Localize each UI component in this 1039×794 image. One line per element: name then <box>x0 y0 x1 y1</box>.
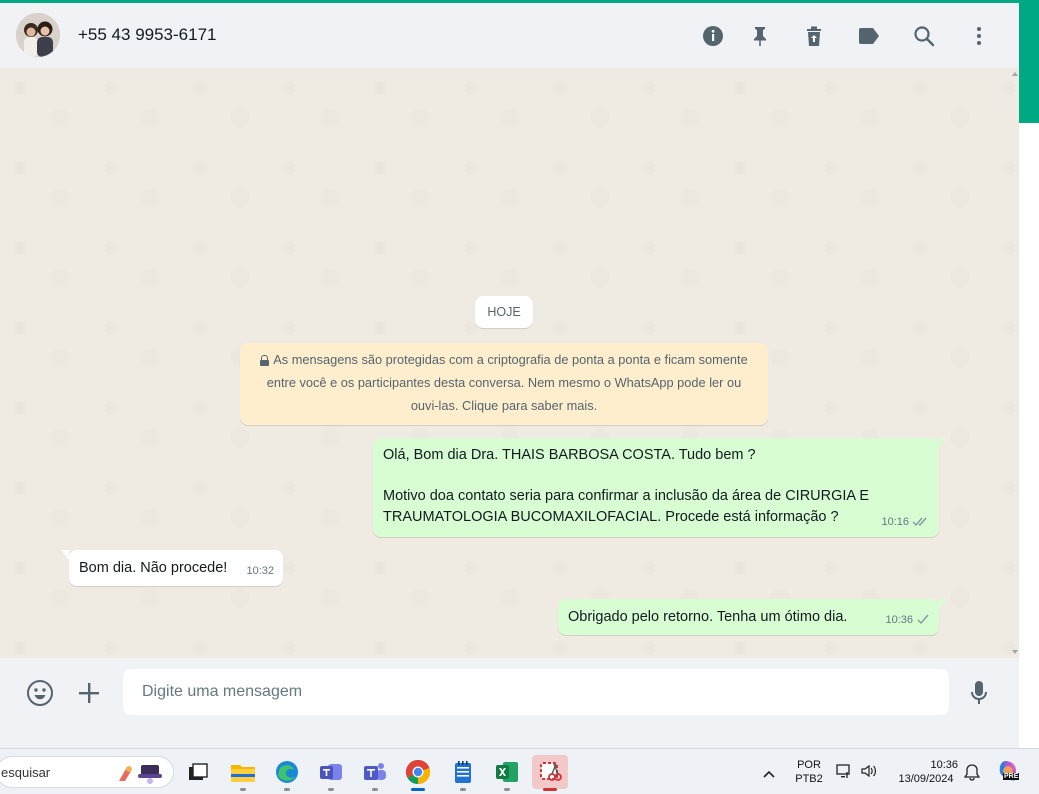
message-time: 10:16 <box>881 515 909 528</box>
chat-header[interactable]: +55 43 9953-6171 <box>0 3 1019 68</box>
bubble-tail <box>61 550 69 560</box>
info-icon[interactable] <box>700 23 726 49</box>
bubble-tail <box>939 438 947 448</box>
search-icon[interactable] <box>911 23 937 49</box>
message-outgoing[interactable]: Olá, Bom dia Dra. THAIS BARBOSA COSTA. T… <box>373 438 947 537</box>
windows-taskbar: esquisar POR PTB2 10:36 13/09/2024 PRE <box>0 748 1039 794</box>
notification-bell-icon[interactable] <box>963 763 981 786</box>
message-text-line: Obrigado pelo retorno. Tenha um ótimo di… <box>568 609 848 625</box>
clock-date: 13/09/2024 <box>898 773 954 785</box>
teams-icon[interactable] <box>357 755 393 791</box>
message-input[interactable] <box>123 669 949 715</box>
tray-chevron-up-icon[interactable] <box>763 765 775 783</box>
side-panel-strip <box>1019 3 1039 748</box>
taskbar-search[interactable]: esquisar <box>0 756 174 788</box>
clock[interactable]: 10:36 13/09/2024 <box>890 758 962 786</box>
date-separator: HOJE <box>475 296 533 328</box>
notepad-icon[interactable] <box>445 755 481 791</box>
scroll-down-arrow[interactable] <box>1012 650 1018 654</box>
message-text-line <box>383 466 929 487</box>
encryption-notice-text: As mensagens são protegidas com a cripto… <box>266 352 748 413</box>
excel-icon[interactable] <box>489 755 525 791</box>
teams-work-icon[interactable] <box>313 755 349 791</box>
emoji-icon[interactable] <box>25 678 55 708</box>
chat-scrollbar[interactable] <box>1011 68 1019 658</box>
message-time: 10:36 <box>885 613 913 626</box>
contact-avatar[interactable] <box>16 13 60 57</box>
snipping-tool-icon[interactable] <box>532 755 568 791</box>
message-time: 10:32 <box>246 564 274 577</box>
taskbar-search-text: esquisar <box>1 764 51 780</box>
copilot-badge: PRE <box>1003 773 1020 780</box>
bubble-tail <box>939 599 947 609</box>
language-indicator[interactable]: POR PTB2 <box>793 758 825 786</box>
single-check-icon <box>917 614 929 625</box>
delete-icon[interactable] <box>801 23 827 49</box>
message-text-line: TRAUMATOLOGIA BUCOMAXILOFACIAL. Procede … <box>383 508 839 525</box>
clock-time: 10:36 <box>930 759 958 771</box>
encryption-notice[interactable]: As mensagens são protegidas com a cripto… <box>240 343 768 425</box>
language-line2: PTB2 <box>795 773 823 785</box>
message-outgoing[interactable]: Obrigado pelo retorno. Tenha um ótimo di… <box>558 599 947 635</box>
search-highlight-icon <box>119 765 162 784</box>
message-incoming[interactable]: Bom dia. Não procede! 10:32 <box>61 550 283 586</box>
task-view-icon[interactable] <box>180 755 216 789</box>
message-meta: 10:16 <box>881 512 930 533</box>
message-meta: 10:36 <box>885 610 930 631</box>
contact-name[interactable]: +55 43 9953-6171 <box>78 25 217 45</box>
whatsapp-window: +55 43 9953-6171 HOJE As mensagens são p… <box>0 0 1019 726</box>
network-icon[interactable] <box>836 763 852 784</box>
language-line1: POR <box>797 759 821 771</box>
volume-icon[interactable] <box>860 763 878 784</box>
message-text-line: Motivo doa contato seria para confirmar … <box>383 488 869 504</box>
message-composer <box>0 658 1019 726</box>
file-explorer-icon[interactable] <box>225 755 261 791</box>
attach-plus-icon[interactable] <box>74 678 104 708</box>
message-text-line: Bom dia. Não procede! <box>79 560 228 576</box>
label-icon[interactable] <box>856 23 882 49</box>
chrome-icon[interactable] <box>400 755 436 791</box>
message-meta: 10:32 <box>246 561 274 582</box>
double-check-icon <box>912 517 927 527</box>
edge-icon[interactable] <box>269 755 305 791</box>
message-text-line: Olá, Bom dia Dra. THAIS BARBOSA COSTA. T… <box>383 447 756 463</box>
menu-icon[interactable] <box>966 23 992 49</box>
microphone-icon[interactable] <box>964 678 994 708</box>
scroll-up-arrow[interactable] <box>1012 72 1018 76</box>
copilot-icon[interactable]: PRE <box>996 758 1022 784</box>
lock-icon <box>260 355 270 366</box>
pin-icon[interactable] <box>747 23 773 49</box>
message-list[interactable]: HOJE As mensagens são protegidas com a c… <box>0 68 1019 658</box>
